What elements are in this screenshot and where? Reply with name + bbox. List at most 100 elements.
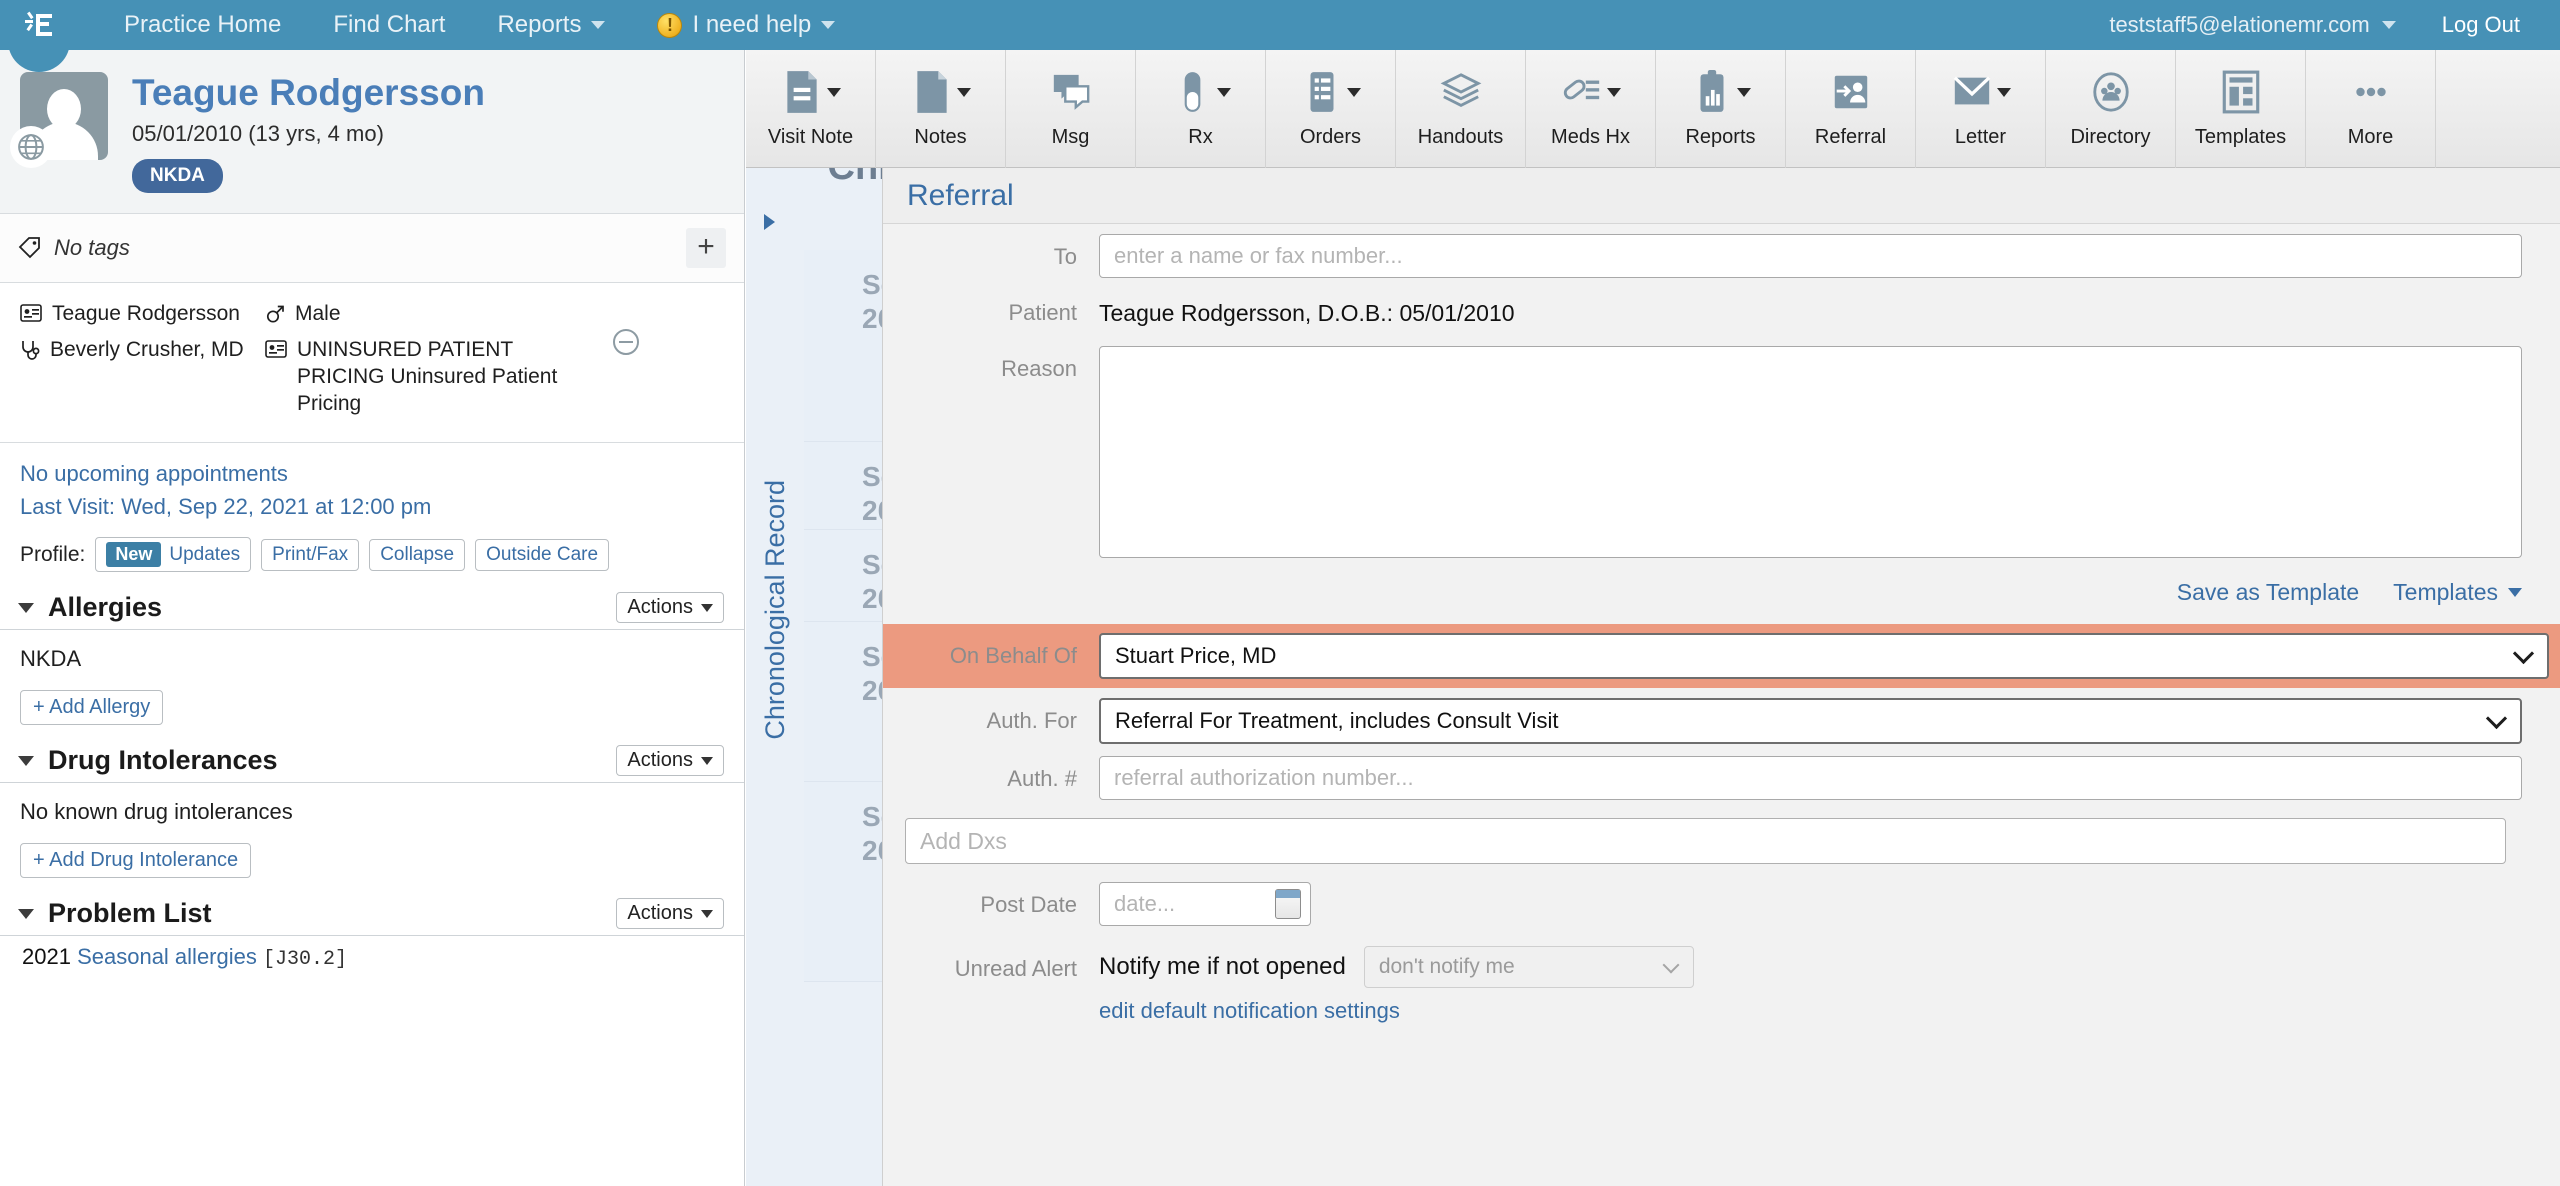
toolbar-icon-row	[781, 64, 841, 120]
pill-icon	[1171, 69, 1213, 115]
referral-auth-num-input[interactable]	[1099, 756, 2522, 800]
chrono-rail[interactable]: Chronological Record	[746, 250, 804, 970]
profile-toolbar: Profile: New Updates Print/Fax Collapse …	[0, 533, 744, 584]
problem-list-actions-button[interactable]: Actions	[616, 898, 724, 929]
app-logo[interactable]	[0, 0, 78, 50]
auth-for-value: Referral For Treatment, includes Consult…	[1115, 708, 1558, 734]
chevron-down-icon	[957, 88, 971, 97]
handouts-stack-icon	[1440, 69, 1482, 115]
problem-list-title: Problem List	[48, 898, 212, 929]
referral-to-row: To	[883, 224, 2560, 280]
toolbar-meds-hx[interactable]: Meds Hx	[1526, 50, 1656, 168]
globe-glyph	[16, 132, 46, 162]
toolbar-icon-row	[1691, 64, 1751, 120]
toolbar-visit-note[interactable]: Visit Note	[746, 50, 876, 168]
referral-unread-alert-control: Notify me if not opened don't notify me …	[1099, 946, 2522, 1024]
toolbar-icon-row	[2350, 64, 2392, 120]
toolbar-label: Reports	[1685, 126, 1755, 149]
edit-notification-settings-link[interactable]: edit default notification settings	[1099, 998, 1400, 1024]
referral-patient-control: Teague Rodgersson, D.O.B.: 05/01/2010	[1099, 290, 2522, 336]
toolbar-msg[interactable]: Msg	[1006, 50, 1136, 168]
referral-unread-alert-label: Unread Alert	[883, 946, 1099, 992]
toolbar-handouts[interactable]: Handouts	[1396, 50, 1526, 168]
toolbar-rx[interactable]: Rx	[1136, 50, 1266, 168]
patient-sidebar: Teague Rodgersson 05/01/2010 (13 yrs, 4 …	[0, 50, 745, 1186]
patient-identity-block: Teague Rodgersson 05/01/2010 (13 yrs, 4 …	[132, 72, 485, 193]
toolbar-more[interactable]: More	[2306, 50, 2436, 168]
toolbar-directory[interactable]: Directory	[2046, 50, 2176, 168]
nav-find-chart-label: Find Chart	[333, 11, 445, 39]
envelope-icon	[1951, 69, 1993, 115]
referral-post-date-control	[1099, 882, 2522, 926]
new-badge: New	[106, 542, 161, 567]
toolbar-letter[interactable]: Letter	[1916, 50, 2046, 168]
last-visit-link[interactable]: Last Visit: Wed, Sep 22, 2021 at 12:00 p…	[20, 490, 724, 523]
user-account-menu[interactable]: teststaff5@elationemr.com	[2093, 12, 2411, 38]
problem-name[interactable]: Seasonal allergies	[77, 944, 257, 969]
referral-to-input[interactable]	[1099, 234, 2522, 278]
elation-e-logo-icon	[22, 8, 56, 42]
template-actions-row: Save as Template Templates	[883, 563, 2560, 618]
chevron-down-icon[interactable]	[18, 603, 34, 613]
toolbar-referral[interactable]: Referral	[1786, 50, 1916, 168]
referral-reason-textarea[interactable]	[1099, 346, 2522, 558]
chevron-down-icon[interactable]	[18, 909, 34, 919]
toolbar-templates[interactable]: Templates	[2176, 50, 2306, 168]
nav-reports-label: Reports	[497, 11, 581, 39]
globe-icon	[10, 126, 52, 168]
minus-circle-icon[interactable]	[613, 329, 639, 355]
profile-print-fax-button[interactable]: Print/Fax	[261, 539, 359, 571]
auth-for-select[interactable]: Referral For Treatment, includes Consult…	[1099, 698, 2522, 744]
toolbar-icon-row	[2220, 64, 2262, 120]
save-as-template-link[interactable]: Save as Template	[2177, 579, 2359, 606]
allergies-text: NKDA	[20, 646, 724, 672]
toolbar-notes[interactable]: Notes	[876, 50, 1006, 168]
nav-reports[interactable]: Reports	[471, 11, 631, 39]
demographic-insurance-label: UNINSURED PATIENT PRICING Uninsured Pati…	[297, 337, 585, 418]
allergies-title: Allergies	[48, 592, 162, 623]
chevron-down-icon	[1997, 88, 2011, 97]
page-title[interactable]: Teague Rodgersson	[132, 72, 485, 115]
chevron-down-icon	[1217, 88, 1231, 97]
message-icon	[1050, 69, 1092, 115]
toolbar-orders[interactable]: Orders	[1266, 50, 1396, 168]
toolbar-filler	[2436, 50, 2560, 168]
visit-note-icon	[781, 69, 823, 115]
nav-i-need-help[interactable]: ! I need help	[631, 11, 861, 39]
drug-intolerances-actions-label: Actions	[627, 749, 693, 772]
chevron-down-icon	[1737, 88, 1751, 97]
add-tag-button[interactable]: +	[686, 228, 726, 268]
referral-add-dxs-input[interactable]	[905, 818, 2506, 864]
warning-exclamation-icon: !	[657, 13, 682, 38]
add-drug-intolerance-button[interactable]: + Add Drug Intolerance	[20, 843, 251, 878]
referral-post-date-row: Post Date	[883, 864, 2560, 928]
profile-collapse-button[interactable]: Collapse	[369, 539, 465, 571]
drug-intolerances-actions-button[interactable]: Actions	[616, 745, 724, 776]
allergies-actions-button[interactable]: Actions	[616, 592, 724, 623]
toolbar-reports[interactable]: Reports	[1656, 50, 1786, 168]
profile-updates-button[interactable]: New Updates	[95, 537, 251, 572]
logout-button[interactable]: Log Out	[2412, 12, 2532, 38]
demographic-gender: Male	[265, 301, 585, 328]
referral-patient-row: Patient Teague Rodgersson, D.O.B.: 05/01…	[883, 280, 2560, 336]
notify-select[interactable]: don't notify me	[1364, 946, 1694, 988]
toolbar-icon-row	[1561, 64, 1621, 120]
chevron-down-icon[interactable]	[18, 756, 34, 766]
stethoscope-icon	[20, 340, 40, 362]
profile-outside-care-button[interactable]: Outside Care	[475, 539, 609, 571]
toolbar-label: Templates	[2195, 126, 2286, 149]
toolbar-icon-row	[1050, 64, 1092, 120]
chevron-down-icon	[701, 910, 713, 918]
referral-post-date-label: Post Date	[883, 882, 1099, 928]
tags-row: No tags +	[0, 214, 744, 283]
chevron-down-icon	[591, 21, 605, 29]
add-allergy-button[interactable]: + Add Allergy	[20, 690, 163, 725]
templates-dropdown[interactable]: Templates	[2393, 579, 2522, 606]
toolbar-label: Visit Note	[768, 126, 853, 149]
on-behalf-of-select[interactable]: Stuart Price, MD	[1099, 633, 2549, 679]
nav-practice-home[interactable]: Practice Home	[98, 11, 307, 39]
nav-find-chart[interactable]: Find Chart	[307, 11, 471, 39]
upcoming-appointments-link[interactable]: No upcoming appointments	[20, 457, 724, 490]
calendar-icon[interactable]	[1275, 889, 1301, 919]
nav-practice-home-label: Practice Home	[124, 11, 281, 39]
